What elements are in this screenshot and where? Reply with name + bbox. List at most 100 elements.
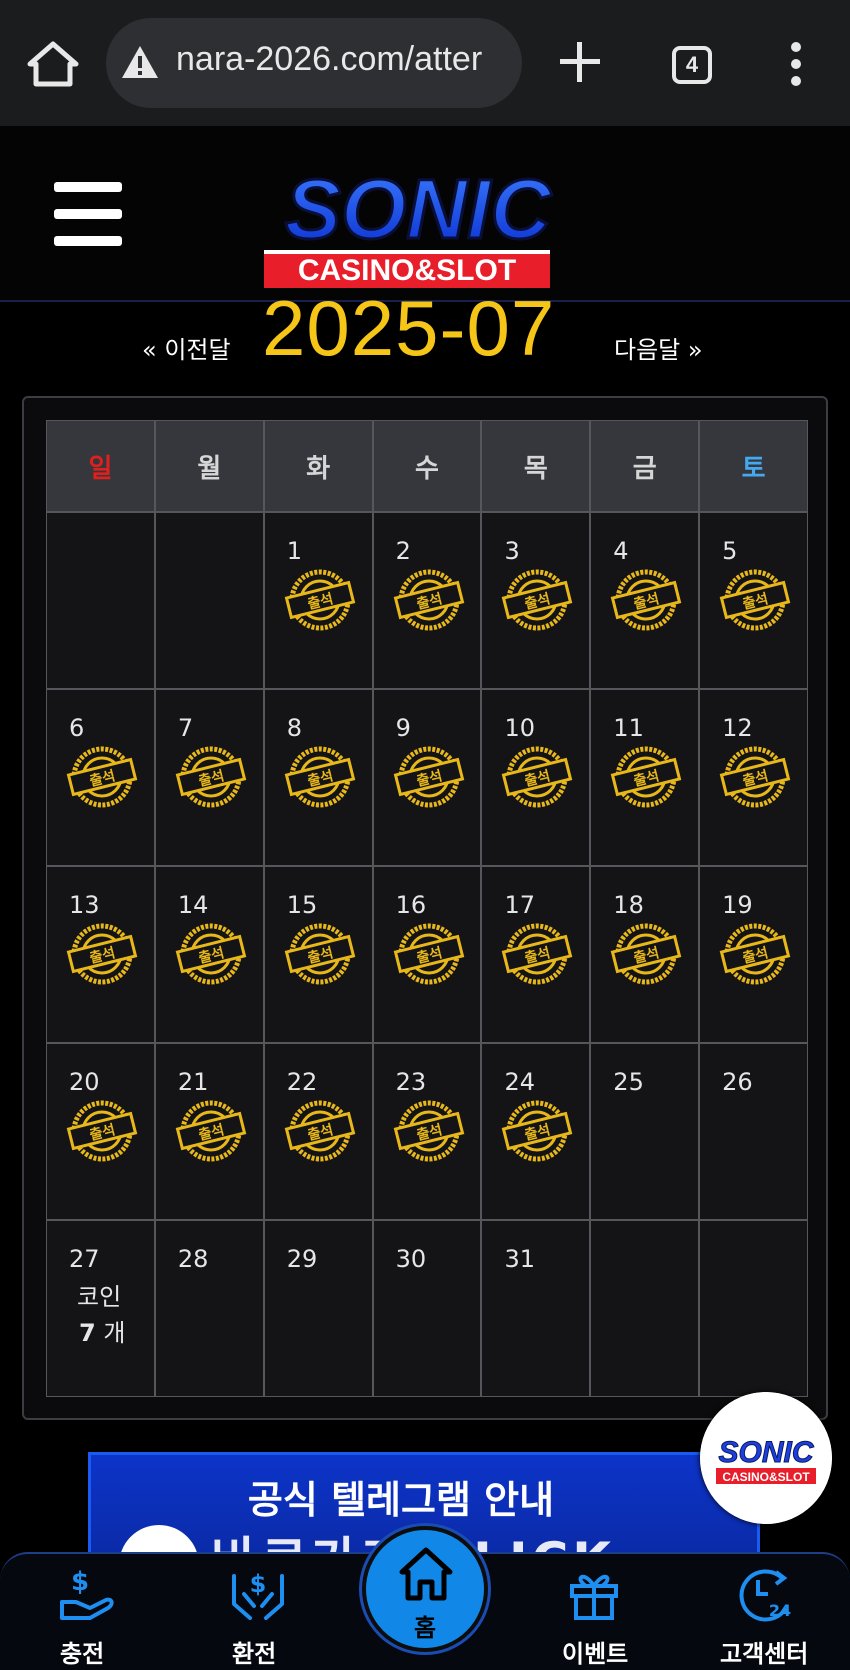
tabs-icon[interactable]: 4 xyxy=(672,46,712,84)
calendar-day-cell[interactable]: 14 출석 xyxy=(154,866,264,1043)
calendar-day-cell[interactable]: 7 출석 xyxy=(154,689,264,866)
nav-event-label: 이벤트 xyxy=(562,1640,629,1668)
gift-icon xyxy=(570,1574,618,1620)
attendance-stamp-icon: 출석 xyxy=(284,569,356,631)
day-number: 31 xyxy=(504,1245,535,1273)
day-number: 22 xyxy=(286,1068,318,1096)
calendar-day-cell[interactable]: 2 출석 xyxy=(372,512,482,689)
calendar-day-cell[interactable]: 29 xyxy=(263,1220,373,1397)
calendar-day-cell[interactable]: 12 출석 xyxy=(699,689,809,866)
day-number: 21 xyxy=(177,1068,209,1096)
calendar-day-cell[interactable]: 27 코인 7 개 xyxy=(46,1220,155,1397)
calendar-day-cell[interactable]: 21 출석 xyxy=(154,1043,264,1220)
nav-withdraw-label: 환전 xyxy=(232,1640,277,1668)
nav-deposit[interactable]: $ 충전 xyxy=(52,1554,122,1670)
day-number: 29 xyxy=(286,1245,318,1273)
calendar-day-cell[interactable]: 5 출석 xyxy=(699,512,809,689)
day-number: 23 xyxy=(395,1068,427,1096)
day-number: 11 xyxy=(613,714,644,742)
deposit-icon: $ xyxy=(60,1567,114,1620)
plus-icon[interactable] xyxy=(558,40,602,84)
coin-unit: 개 xyxy=(95,1319,126,1347)
weekday-wed: 수 xyxy=(372,420,482,512)
home-icon[interactable] xyxy=(26,40,80,88)
calendar-day-cell[interactable]: 20 출석 xyxy=(46,1043,155,1220)
calendar-day-cell[interactable]: 31 xyxy=(481,1220,591,1397)
nav-support[interactable]: 24 고객센터 xyxy=(718,1554,828,1670)
nav-home-button[interactable]: 홈 xyxy=(362,1526,488,1652)
calendar-day-cell[interactable]: 23 출석 xyxy=(372,1043,482,1220)
withdraw-icon: $ xyxy=(232,1570,284,1620)
month-title: 2025-07 xyxy=(262,284,556,372)
day-number: 14 xyxy=(177,891,209,919)
calendar-week-row: 6 출석 7 출석 8 출석 9 출석 10 출석 11 출석 12 출석 xyxy=(46,689,809,866)
calendar-day-cell[interactable]: 11 출석 xyxy=(590,689,700,866)
attendance-stamp-icon: 출석 xyxy=(719,746,791,808)
calendar-day-cell[interactable]: 30 xyxy=(372,1220,482,1397)
attendance-stamp-icon: 출석 xyxy=(719,569,791,631)
url-bar[interactable]: nara-2026.com/atter xyxy=(106,18,522,108)
nav-event[interactable]: 이벤트 xyxy=(560,1554,650,1670)
sonic-casino-logo[interactable]: SONIC CASINO&SLOT xyxy=(228,146,602,294)
calendar-day-cell[interactable]: 19 출석 xyxy=(699,866,809,1043)
weekday-thu: 목 xyxy=(481,420,591,512)
url-text[interactable]: nara-2026.com/atter xyxy=(176,40,482,79)
day-number: 2 xyxy=(395,537,411,565)
calendar-day-cell[interactable]: 17 출석 xyxy=(481,866,591,1043)
logo-subtext: CASINO&SLOT xyxy=(298,254,516,287)
banner-title: 공식 텔레그램 안내 xyxy=(247,1478,555,1522)
calendar-day-cell[interactable]: 9 출석 xyxy=(372,689,482,866)
floating-logo-subtext: CASINO&SLOT xyxy=(722,1470,810,1484)
calendar-day-cell[interactable]: 10 출석 xyxy=(481,689,591,866)
calendar-day-cell[interactable]: 18 출석 xyxy=(590,866,700,1043)
day-number: 4 xyxy=(613,537,629,565)
calendar-empty-cell xyxy=(46,512,155,689)
attendance-stamp-icon: 출석 xyxy=(66,923,138,985)
calendar-week-row: 27 코인 7 개 28 29 30 31 xyxy=(46,1220,809,1397)
more-vert-icon[interactable] xyxy=(790,42,802,86)
nav-withdraw[interactable]: $ 환전 xyxy=(224,1554,294,1670)
day-number: 30 xyxy=(395,1245,427,1273)
warning-icon[interactable] xyxy=(120,44,160,80)
calendar-day-cell[interactable]: 16 출석 xyxy=(372,866,482,1043)
browser-toolbar: nara-2026.com/atter 4 xyxy=(0,0,850,126)
tab-count: 4 xyxy=(685,52,699,77)
attendance-stamp-icon: 출석 xyxy=(175,746,247,808)
weekday-tue: 화 xyxy=(263,420,373,512)
attendance-stamp-icon: 출석 xyxy=(393,923,464,985)
attendance-stamp-icon: 출석 xyxy=(611,746,682,808)
coin-count-value: 7 xyxy=(79,1319,96,1347)
calendar-day-cell[interactable]: 15 출석 xyxy=(263,866,373,1043)
calendar-day-cell[interactable]: 24 출석 xyxy=(481,1043,591,1220)
calendar-day-cell[interactable]: 3 출석 xyxy=(481,512,591,689)
calendar-day-cell[interactable]: 13 출석 xyxy=(46,866,155,1043)
day-number: 8 xyxy=(286,714,302,742)
day-number: 10 xyxy=(504,714,535,742)
attendance-stamp-icon: 출석 xyxy=(284,746,356,808)
calendar-day-cell[interactable]: 28 xyxy=(154,1220,264,1397)
next-month-link[interactable]: 다음달 » xyxy=(614,330,703,365)
day-number: 13 xyxy=(69,891,100,919)
calendar-empty-cell xyxy=(699,1220,809,1397)
floating-logo-button[interactable]: SONIC CASINO&SLOT xyxy=(700,1392,832,1524)
coin-label: 코인 xyxy=(77,1283,122,1311)
attendance-calendar: 일 월 화 수 목 금 토 1 출석 2 출석 3 출석 4 출석 5 출석 6… xyxy=(22,396,828,1420)
hamburger-menu-icon[interactable] xyxy=(54,182,122,246)
calendar-day-cell[interactable]: 26 xyxy=(699,1043,809,1220)
day-number: 18 xyxy=(613,891,644,919)
attendance-stamp-icon: 출석 xyxy=(719,923,791,985)
calendar-day-cell[interactable]: 6 출석 xyxy=(46,689,155,866)
site-header: SONIC CASINO&SLOT xyxy=(0,126,850,302)
month-navigation: « 이전달 2025-07 다음달 » xyxy=(0,288,850,382)
calendar-day-cell[interactable]: 1 출석 xyxy=(263,512,373,689)
svg-text:$: $ xyxy=(71,1567,89,1597)
prev-month-link[interactable]: « 이전달 xyxy=(142,330,231,365)
day-number: 9 xyxy=(395,714,411,742)
calendar-day-cell[interactable]: 25 xyxy=(590,1043,700,1220)
calendar-day-cell[interactable]: 4 출석 xyxy=(590,512,700,689)
day-number: 25 xyxy=(613,1068,644,1096)
calendar-day-cell[interactable]: 22 출석 xyxy=(263,1043,373,1220)
weekday-fri: 금 xyxy=(590,420,700,512)
calendar-week-row: 1 출석 2 출석 3 출석 4 출석 5 출석 xyxy=(46,512,809,689)
calendar-day-cell[interactable]: 8 출석 xyxy=(263,689,373,866)
